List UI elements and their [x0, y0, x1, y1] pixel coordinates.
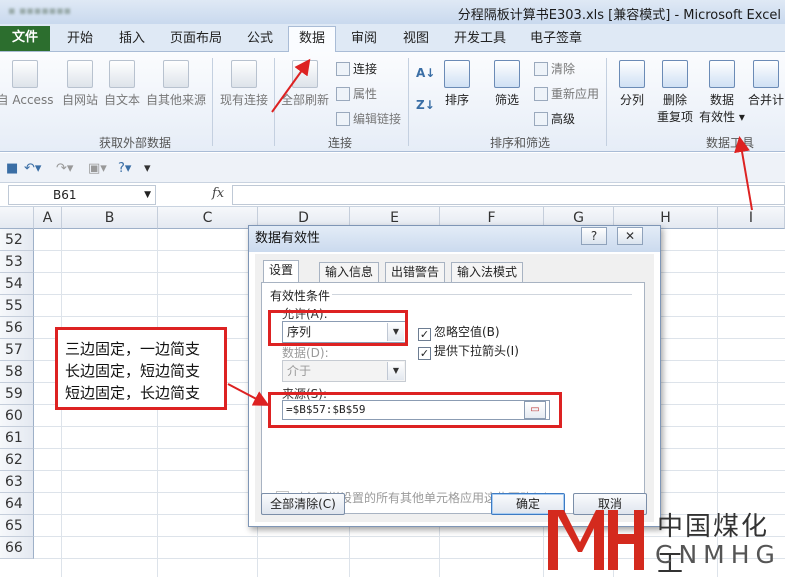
- watermark-logo: [548, 510, 644, 570]
- arrow-to-source: [227, 383, 270, 406]
- arrow-to-validation: [734, 136, 753, 211]
- arrow-to-data-tab: [271, 58, 311, 113]
- watermark-text-en: CNMHG: [655, 540, 781, 569]
- annotation-arrows: [227, 58, 753, 406]
